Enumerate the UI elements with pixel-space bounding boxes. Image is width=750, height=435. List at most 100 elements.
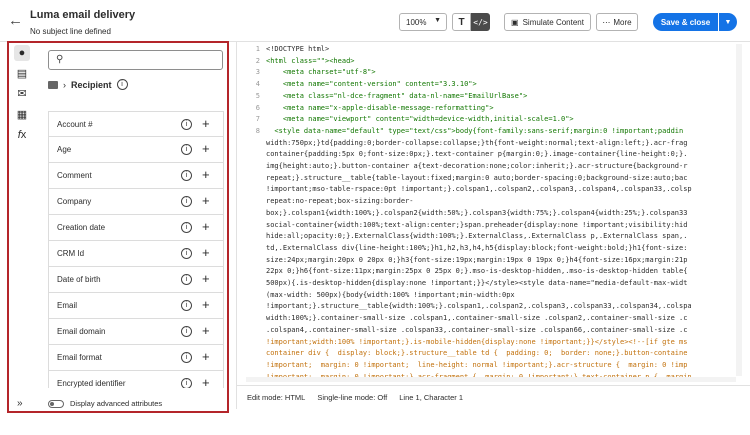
advanced-attributes-label: Display advanced attributes — [70, 399, 163, 408]
code-text: !important;width:100% !important;}.is-mo… — [266, 337, 688, 346]
advanced-attributes-toggle[interactable] — [48, 400, 64, 408]
list-item[interactable]: Creation date i + — [48, 215, 224, 241]
html-code-editor[interactable]: 1 <!DOCTYPE html> 2 <html class=""><head> 3 … — [246, 44, 736, 381]
add-icon[interactable]: + — [202, 141, 210, 156]
add-icon[interactable]: + — [202, 116, 210, 131]
info-icon[interactable]: i — [116, 79, 128, 90]
search-input[interactable]: ⚲ — [48, 50, 223, 70]
code-text: <meta name="x-apple-disable-message-refo… — [266, 103, 494, 112]
add-icon[interactable]: + — [202, 297, 210, 312]
add-icon[interactable]: + — [202, 167, 210, 182]
more-button[interactable]: ⋯ More — [596, 13, 638, 31]
info-icon[interactable]: i — [181, 170, 192, 181]
list-item[interactable]: CRM Id i + — [48, 241, 224, 267]
add-icon[interactable]: + — [202, 193, 210, 208]
list-item[interactable]: Comment i + — [48, 163, 224, 189]
list-item-label: Date of birth — [57, 275, 101, 284]
add-icon[interactable]: + — [202, 375, 210, 388]
save-options-chevron-icon[interactable]: ▼ — [719, 13, 737, 31]
line-number: 7 — [255, 115, 260, 124]
list-item[interactable]: Email i + — [48, 293, 224, 319]
code-line: 3 <meta charset="utf-8"> — [246, 67, 736, 79]
code-line: !important;mso-table-rspace:0pt !importa… — [246, 184, 736, 196]
person-icon[interactable]: ● — [14, 45, 30, 61]
list-item-label: Age — [57, 145, 72, 154]
expand-icon[interactable]: » — [17, 398, 23, 409]
code-line: td,.ExternalClass div{line-height:100%;}… — [246, 243, 736, 255]
code-line: width:100%;}.container-small-size .colsp… — [246, 313, 736, 325]
code-text: !important;mso-table-rspace:0pt !importa… — [266, 185, 692, 194]
list-item-label: Encrypted identifier — [57, 379, 126, 388]
chevron-down-icon: ▼ — [434, 17, 441, 24]
function-icon[interactable]: fx — [14, 127, 30, 143]
folder-icon[interactable] — [48, 80, 58, 89]
add-icon[interactable]: + — [202, 219, 210, 234]
profile-card-icon[interactable]: ▤ — [14, 65, 30, 81]
add-icon[interactable]: + — [202, 271, 210, 286]
code-mode-icon[interactable]: </> — [471, 13, 490, 31]
text-mode-icon[interactable]: T — [452, 13, 471, 31]
line-number: 6 — [255, 103, 260, 112]
save-close-button[interactable]: Save & close — [653, 13, 718, 31]
code-text: <html class=""><head> — [266, 56, 355, 65]
code-line: repeat:no-repeat;box-sizing:border- — [246, 196, 736, 208]
list-item[interactable]: Date of birth i + — [48, 267, 224, 293]
code-line: 7 <meta name="viewport" content="width=d… — [246, 114, 736, 126]
edit-mode-status: Edit mode: HTML — [247, 393, 306, 402]
vertical-scrollbar[interactable] — [736, 44, 742, 376]
line-number: 5 — [255, 91, 260, 100]
code-text: <meta name="content-version" content="3.… — [266, 80, 477, 89]
info-icon[interactable]: i — [181, 222, 192, 233]
add-icon[interactable]: + — [202, 349, 210, 364]
list-item[interactable]: Account # i + — [48, 111, 224, 137]
info-icon[interactable]: i — [181, 248, 192, 259]
breadcrumb: › Recipient i — [48, 79, 128, 90]
list-item[interactable]: Age i + — [48, 137, 224, 163]
info-icon[interactable]: i — [181, 378, 192, 388]
info-icon[interactable]: i — [181, 300, 192, 311]
code-text: .colspan4,.container-small-size .colspan… — [266, 325, 688, 334]
code-text: width:100%;}.container-small-size .colsp… — [266, 314, 688, 323]
simulate-icon: ▣ — [511, 17, 519, 27]
info-icon[interactable]: i — [181, 326, 192, 337]
page-title: Luma email delivery — [30, 9, 136, 21]
info-icon[interactable]: i — [181, 274, 192, 285]
code-text: <meta name="viewport" content="width=dev… — [266, 115, 574, 124]
editor-status-bar: Edit mode: HTML Single-line mode: Off Li… — [237, 385, 750, 409]
code-line: 1 <!DOCTYPE html> — [246, 44, 736, 56]
divider — [236, 42, 237, 409]
list-item[interactable]: Company i + — [48, 189, 224, 215]
code-text: hide:all;opacity:0;}.ExternalClass{width… — [266, 232, 688, 241]
list-item-label: Creation date — [57, 223, 106, 232]
line-number: 4 — [255, 80, 260, 89]
add-icon[interactable]: + — [202, 245, 210, 260]
list-item[interactable]: Email format i + — [48, 345, 224, 371]
code-text: 22px 0;}h6{font-size:11px;margin:25px 0 … — [266, 267, 688, 276]
mail-icon[interactable]: ✉ — [14, 85, 30, 101]
top-bar: ← Luma email delivery No subject line de… — [0, 0, 750, 42]
code-line: box;}.colspan1{width:100%;}.colspan2{wid… — [246, 208, 736, 220]
fragment-icon[interactable]: ▦ — [14, 106, 30, 122]
list-item-label: CRM Id — [57, 249, 85, 258]
code-line: !important;width:100% !important;}.is-mo… — [246, 337, 736, 349]
zoom-select[interactable]: 100% ▼ — [399, 13, 447, 31]
line-number: 2 — [255, 56, 260, 65]
list-item-label: Email domain — [57, 327, 106, 336]
info-icon[interactable]: i — [181, 144, 192, 155]
code-text: <meta class="nl-dce-fragment" data-nl-na… — [266, 91, 528, 100]
subject-line-status: No subject line defined — [30, 27, 111, 36]
panel-rail: ● ▤ ✉ ▦ fx — [9, 43, 37, 395]
list-item[interactable]: Email domain i + — [48, 319, 224, 345]
info-icon[interactable]: i — [181, 119, 192, 130]
code-line: 8 <style data-name="default" type="text/… — [246, 126, 736, 138]
list-item[interactable]: Encrypted identifier i + — [48, 371, 224, 388]
add-icon[interactable]: + — [202, 323, 210, 338]
info-icon[interactable]: i — [181, 352, 192, 363]
horizontal-scrollbar[interactable] — [246, 377, 736, 382]
code-text: img{height:auto;}.button-container a{tex… — [266, 162, 688, 171]
info-icon[interactable]: i — [181, 196, 192, 207]
code-line: 6 <meta name="x-apple-disable-message-re… — [246, 103, 736, 115]
single-line-status: Single-line mode: Off — [317, 393, 388, 402]
back-arrow-icon[interactable]: ← — [8, 12, 23, 29]
simulate-content-button[interactable]: ▣ Simulate Content — [504, 13, 591, 31]
